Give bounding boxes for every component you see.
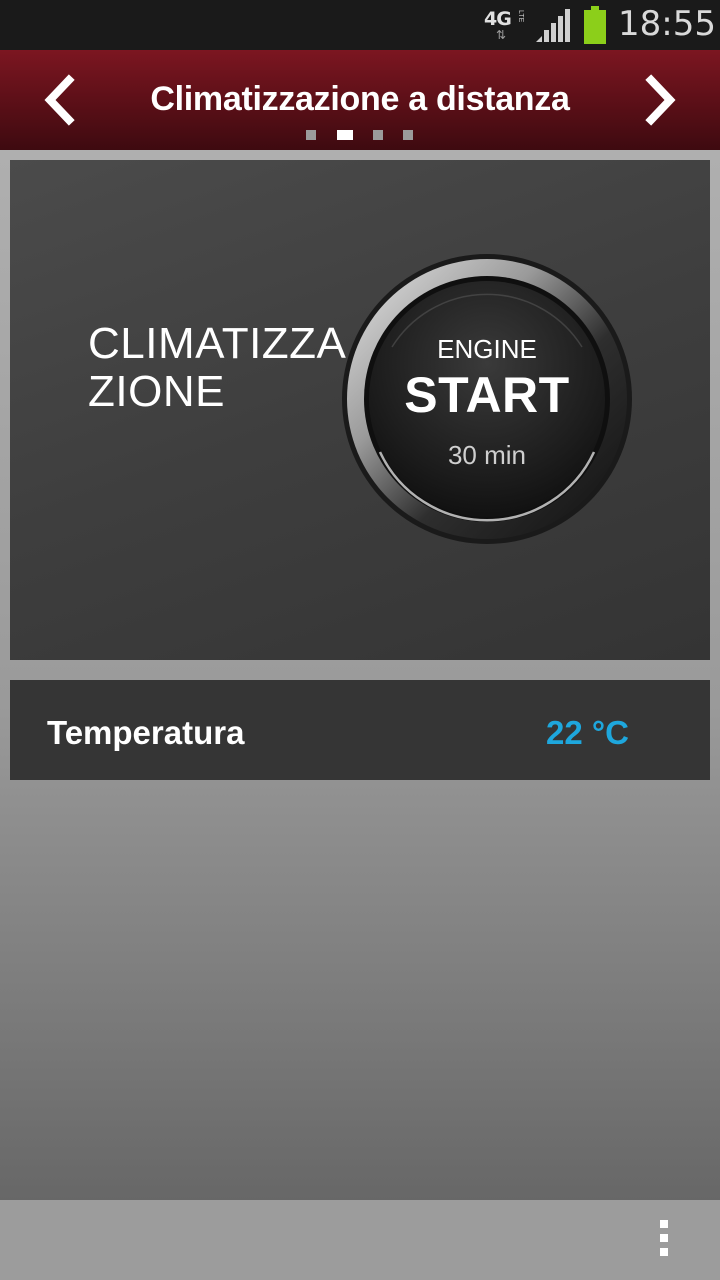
battery-icon	[584, 6, 606, 44]
network-indicator: 4G LTE ⇅	[484, 8, 528, 44]
data-activity-icon: ⇅	[496, 28, 507, 42]
duration-label: 30 min	[447, 440, 527, 470]
signal-bars-icon	[536, 9, 570, 42]
page-title: Climatizzazione a distanza	[150, 80, 570, 118]
climate-panel: CLIMATIZZAZIONE ENGINE START 30 min	[10, 160, 710, 660]
temperature-value: 22 °C	[546, 714, 629, 751]
page-dot-3	[373, 130, 383, 140]
page-dot-4	[403, 130, 413, 140]
temperature-label: Temperatura	[47, 714, 245, 751]
clock: 18:55	[618, 4, 716, 44]
climate-label: CLIMATIZZAZIONE	[88, 319, 347, 416]
engine-label: ENGINE	[437, 334, 537, 364]
network-type: 4G	[484, 8, 512, 30]
engine-start-button[interactable]: ENGINE START 30 min	[340, 252, 634, 546]
overflow-menu-icon[interactable]	[652, 1220, 676, 1262]
header-bar: Climatizzazione a distanza	[0, 50, 720, 150]
start-label: START	[404, 367, 570, 423]
page-dot-2-active	[337, 130, 353, 140]
network-subtype: LTE	[517, 10, 524, 23]
status-bar: 4G LTE ⇅ 18:55	[0, 0, 720, 50]
chevron-right-icon[interactable]	[644, 74, 678, 126]
temperature-row[interactable]: Temperatura 22 °C	[10, 680, 710, 780]
bottom-bar	[0, 1200, 720, 1280]
page-dot-1	[306, 130, 316, 140]
